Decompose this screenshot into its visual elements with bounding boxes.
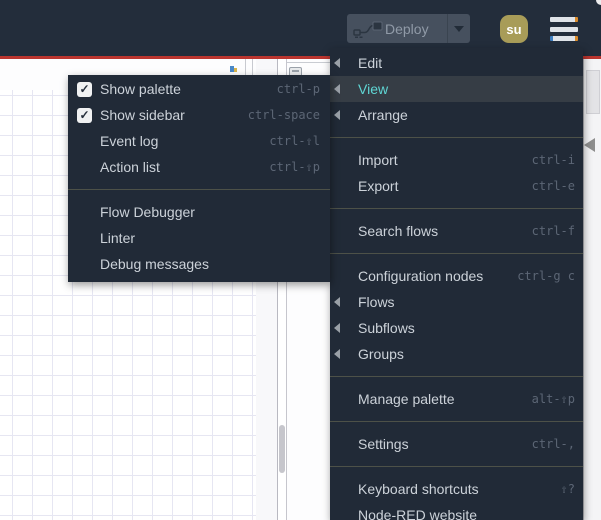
menu-item-label: Show sidebar <box>100 107 185 123</box>
menu-item-label: Keyboard shortcuts <box>358 481 479 497</box>
menu-item-arrange[interactable]: Arrange <box>330 102 583 128</box>
menu-item-debug-messages[interactable]: Debug messages <box>68 251 330 277</box>
menu-item-label: Search flows <box>358 223 439 239</box>
menu-item-label: Settings <box>358 436 409 452</box>
menu-item-view[interactable]: View <box>330 76 583 102</box>
chevron-left-icon <box>334 58 340 68</box>
menu-item-settings[interactable]: Settings ctrl-, <box>330 431 583 457</box>
menu-item-label: Manage palette <box>358 391 455 407</box>
submenu-arrow-slot <box>330 323 358 333</box>
checkbox-slot: ✓ <box>68 81 100 97</box>
menu-icon <box>550 26 578 32</box>
tabbar-divider <box>245 59 246 75</box>
chevron-left-icon <box>334 297 340 307</box>
menu-item-shortcut: alt-⇧p <box>531 392 575 406</box>
main-menu-dropdown: Edit View Arrange Import ctrl-i Export ctrl-e S… <box>330 48 583 520</box>
menu-separator <box>330 376 583 377</box>
menu-item-label: Show palette <box>100 81 181 97</box>
menu-item-manage-palette[interactable]: Manage palette alt-⇧p <box>330 386 583 412</box>
submenu-arrow-slot <box>330 297 358 307</box>
menu-item-label: Arrange <box>358 107 408 123</box>
menu-item-shortcut: ctrl-, <box>531 437 575 451</box>
menu-item-configuration-nodes[interactable]: Configuration nodes ctrl-g c <box>330 263 583 289</box>
checked-checkbox-icon[interactable]: ✓ <box>77 107 92 123</box>
deploy-button-label: Deploy <box>385 20 429 37</box>
menu-item-label: Configuration nodes <box>358 268 484 284</box>
menu-icon <box>550 36 578 41</box>
submenu-arrow-slot <box>330 110 358 120</box>
chevron-left-icon <box>334 84 340 94</box>
menu-item-label: Debug messages <box>100 256 209 272</box>
menu-item-import[interactable]: Import ctrl-i <box>330 147 583 173</box>
chevron-down-icon <box>454 25 464 32</box>
menu-item-subflows[interactable]: Subflows <box>330 315 583 341</box>
menu-item-node-red-website[interactable]: Node-RED website <box>330 502 583 520</box>
menu-item-label: Flow Debugger <box>100 204 195 220</box>
menu-item-show-palette[interactable]: ✓ Show palette ctrl-p <box>68 76 330 102</box>
menu-item-shortcut: ctrl-g c <box>517 269 575 283</box>
menu-item-action-list[interactable]: Action list ctrl-⇧p <box>68 154 330 180</box>
menu-item-keyboard-shortcuts[interactable]: Keyboard shortcuts ⇧? <box>330 476 583 502</box>
checkbox-slot: ✓ <box>68 107 100 123</box>
submenu-arrow-slot <box>330 84 358 94</box>
view-submenu: ✓ Show palette ctrl-p ✓ Show sidebar ctrl-spa… <box>68 75 330 282</box>
menu-item-label: Action list <box>100 159 160 175</box>
menu-item-flows[interactable]: Flows <box>330 289 583 315</box>
menu-item-label: Event log <box>100 133 159 149</box>
deploy-button[interactable]: Deploy <box>347 14 470 43</box>
checked-checkbox-icon[interactable]: ✓ <box>77 81 92 97</box>
sidebar-toggle-icon[interactable] <box>584 138 595 152</box>
menu-item-show-sidebar[interactable]: ✓ Show sidebar ctrl-space <box>68 102 330 128</box>
deploy-node-icon <box>353 21 383 38</box>
menu-item-shortcut: ⇧? <box>560 482 575 496</box>
menu-item-label: Node-RED website <box>358 507 478 520</box>
menu-item-shortcut: ctrl-e <box>531 179 575 193</box>
menu-item-label: Linter <box>100 230 136 246</box>
chevron-left-icon <box>334 349 340 359</box>
menu-item-label: Import <box>358 152 398 168</box>
menu-item-event-log[interactable]: Event log ctrl-⇧l <box>68 128 330 154</box>
menu-separator <box>68 189 330 190</box>
menu-icon <box>550 17 578 22</box>
menu-item-export[interactable]: Export ctrl-e <box>330 173 583 199</box>
page-scrollbar[interactable] <box>583 59 601 520</box>
chevron-left-icon <box>334 323 340 333</box>
menu-item-shortcut: ctrl-p <box>276 82 320 96</box>
menu-separator <box>330 137 583 138</box>
page-scrollbar-thumb[interactable] <box>586 70 600 114</box>
menu-item-label: Flows <box>358 294 395 310</box>
chevron-left-icon <box>334 110 340 120</box>
user-avatar[interactable]: su <box>500 15 528 43</box>
menu-item-shortcut: ctrl-⇧l <box>269 134 320 148</box>
menu-item-shortcut: ctrl-space <box>247 108 320 122</box>
main-menu-button[interactable] <box>550 17 578 41</box>
menu-item-groups[interactable]: Groups <box>330 341 583 367</box>
submenu-arrow-slot <box>330 349 358 359</box>
flow-tab-node-icon <box>230 66 237 73</box>
menu-item-label: Subflows <box>358 320 415 336</box>
menu-separator <box>330 466 583 467</box>
menu-separator <box>330 421 583 422</box>
menu-item-label: Export <box>358 178 399 194</box>
menu-separator <box>330 253 583 254</box>
menu-item-label: Groups <box>358 346 404 362</box>
menu-item-flow-debugger[interactable]: Flow Debugger <box>68 199 330 225</box>
window-corner <box>596 0 601 5</box>
menu-item-search-flows[interactable]: Search flows ctrl-f <box>330 218 583 244</box>
menu-item-edit[interactable]: Edit <box>330 50 583 76</box>
canvas-scrollbar-thumb[interactable] <box>279 425 285 473</box>
menu-item-linter[interactable]: Linter <box>68 225 330 251</box>
menu-item-shortcut: ctrl-⇧p <box>269 160 320 174</box>
menu-item-shortcut: ctrl-f <box>531 224 575 238</box>
deploy-options-button[interactable] <box>448 25 470 32</box>
menu-item-label: Edit <box>358 55 383 71</box>
menu-item-label: View <box>358 81 389 97</box>
menu-item-shortcut: ctrl-i <box>531 153 575 167</box>
submenu-arrow-slot <box>330 58 358 68</box>
tabbar-divider <box>252 59 253 75</box>
menu-separator <box>330 208 583 209</box>
